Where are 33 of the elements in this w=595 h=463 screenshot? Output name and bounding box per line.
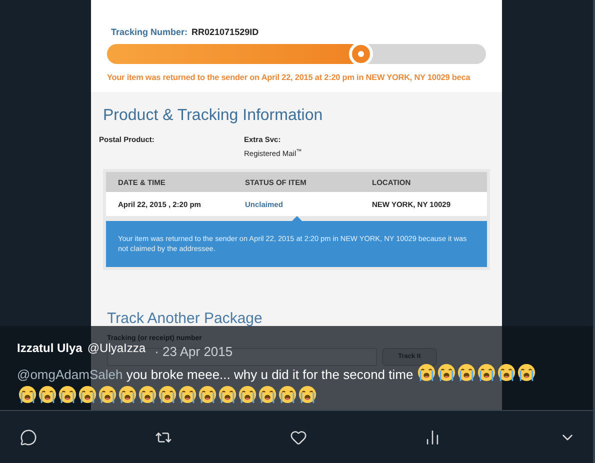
crying-emoji-icon: [78, 384, 96, 404]
section-title: Product & Tracking Information: [103, 106, 324, 126]
reply-icon[interactable]: [20, 428, 37, 446]
crying-emoji-icon: [278, 384, 296, 404]
status-message: Your item was returned to the sender on April 22, 2015 at 2:20 pm in NEW YORK, NY 10029 beca: [107, 72, 470, 84]
tracking-label: Tracking Number:: [111, 26, 188, 39]
crying-emoji-icon: [38, 384, 56, 404]
crying-emoji-icon: [178, 384, 196, 404]
crying-emoji-icon: [497, 362, 516, 382]
tracking-number: RR021071529ID: [192, 26, 259, 39]
crying-emoji-icon: [198, 384, 216, 404]
mention-link[interactable]: @omgAdamSaleh: [17, 366, 123, 382]
progress-marker-icon: [348, 42, 373, 66]
crying-emoji-icon: [437, 362, 456, 382]
crying-emoji-icon: [457, 362, 476, 382]
crying-emoji-icon: [258, 384, 276, 404]
crying-emoji-icon: [18, 384, 36, 404]
like-icon[interactable]: [290, 428, 306, 446]
crying-emoji-icon: [218, 384, 236, 404]
crying-emoji-icon: [58, 384, 76, 404]
tweet-date[interactable]: · 23 Apr 2015: [154, 342, 233, 362]
crying-emoji-icon: [417, 362, 436, 382]
crying-emoji-icon: [118, 384, 136, 404]
track-title: Track Another Package: [107, 309, 264, 330]
tweet-text: @omgAdamSaleh you broke meee... why u did it for the second time: [17, 362, 576, 406]
user-name[interactable]: Izzatul Ulya: [17, 339, 82, 357]
crying-emoji-icon: [158, 384, 176, 404]
crying-emoji-icon: [138, 384, 156, 404]
crying-emoji-icon: [98, 384, 116, 404]
crying-emoji-icon: [477, 362, 496, 382]
crying-emoji-icon: [298, 384, 316, 404]
crying-emoji-icon: [517, 362, 536, 382]
crying-emoji-icon: [238, 384, 256, 404]
